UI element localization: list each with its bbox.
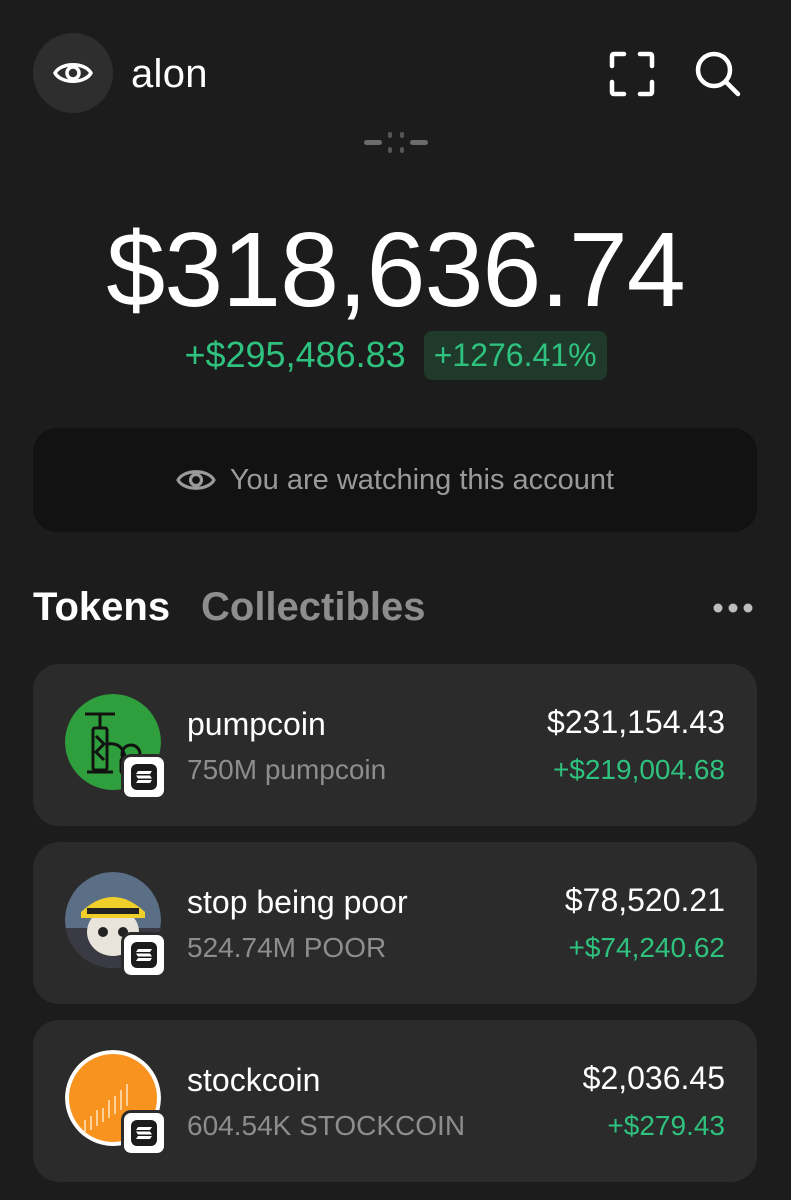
- token-row-stop-being-poor[interactable]: stop being poor 524.74M POOR $78,520.21 …: [33, 842, 757, 1004]
- tab-tokens[interactable]: Tokens: [33, 585, 170, 630]
- token-name: pumpcoin: [187, 706, 326, 742]
- balance-change-amount: +$295,486.83: [184, 334, 406, 375]
- eye-icon: [53, 63, 93, 83]
- token-name: stockcoin: [187, 1062, 321, 1098]
- solana-icon: [136, 771, 152, 783]
- balance-change-row: +$295,486.83 +1276.41%: [0, 330, 791, 380]
- token-change: +$279.43: [607, 1110, 725, 1141]
- solana-icon: [136, 949, 152, 961]
- total-balance: $318,636.74: [106, 211, 685, 329]
- tab-collectibles[interactable]: Collectibles: [201, 585, 426, 630]
- token-amount: 604.54K STOCKCOIN: [187, 1110, 466, 1141]
- scan-icon: [609, 51, 655, 97]
- watch-account-button[interactable]: [33, 33, 113, 113]
- token-name: stop being poor: [187, 884, 408, 920]
- solana-badge: [121, 932, 167, 978]
- token-change: +$219,004.68: [552, 754, 725, 785]
- watching-account-text: You are watching this account: [229, 463, 615, 496]
- asset-tabs: Tokens Collectibles: [33, 585, 757, 645]
- eye-icon: [176, 470, 216, 490]
- token-row-pumpcoin[interactable]: pumpcoin 750M pumpcoin $231,154.43 +$219…: [33, 664, 757, 826]
- solana-icon: [136, 1127, 152, 1139]
- ellipsis-icon: [713, 603, 753, 613]
- balance-change-percent-badge: +1276.41%: [423, 330, 607, 380]
- header: alon: [0, 0, 791, 153]
- token-change: +$74,240.62: [568, 932, 726, 963]
- token-amount: 524.74M POOR: [187, 932, 387, 963]
- solana-badge: [121, 1110, 167, 1156]
- token-value: $231,154.43: [547, 704, 725, 740]
- token-row-stockcoin[interactable]: stockcoin 604.54K STOCKCOIN $2,036.45 +$…: [33, 1020, 757, 1182]
- account-name[interactable]: alon: [131, 52, 208, 97]
- solana-badge: [121, 754, 167, 800]
- token-value: $2,036.45: [582, 1060, 725, 1096]
- watching-account-banner: You are watching this account: [33, 428, 757, 532]
- refresh-indicator: [364, 130, 428, 154]
- more-options-button[interactable]: [713, 601, 753, 613]
- search-button[interactable]: [692, 48, 744, 100]
- token-value: $78,520.21: [564, 882, 725, 918]
- token-amount: 750M pumpcoin: [187, 754, 387, 785]
- search-icon: [695, 51, 741, 97]
- loading-icon: [364, 132, 428, 153]
- scan-button[interactable]: [606, 48, 658, 100]
